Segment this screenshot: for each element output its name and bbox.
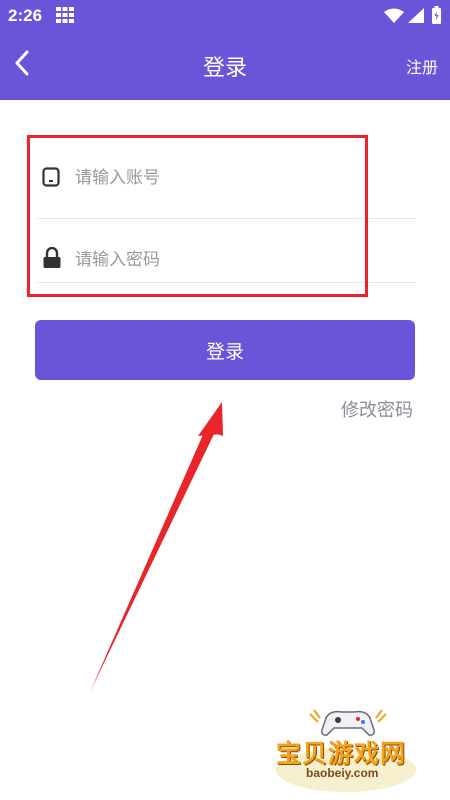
watermark-url: baobeiy.com xyxy=(306,766,379,780)
annotation-arrow xyxy=(90,402,223,692)
watermark-name: 宝贝游戏网 xyxy=(276,739,407,768)
gamepad-icon xyxy=(321,710,375,736)
watermark: 宝贝游戏网 baobeiy.com xyxy=(274,700,424,795)
